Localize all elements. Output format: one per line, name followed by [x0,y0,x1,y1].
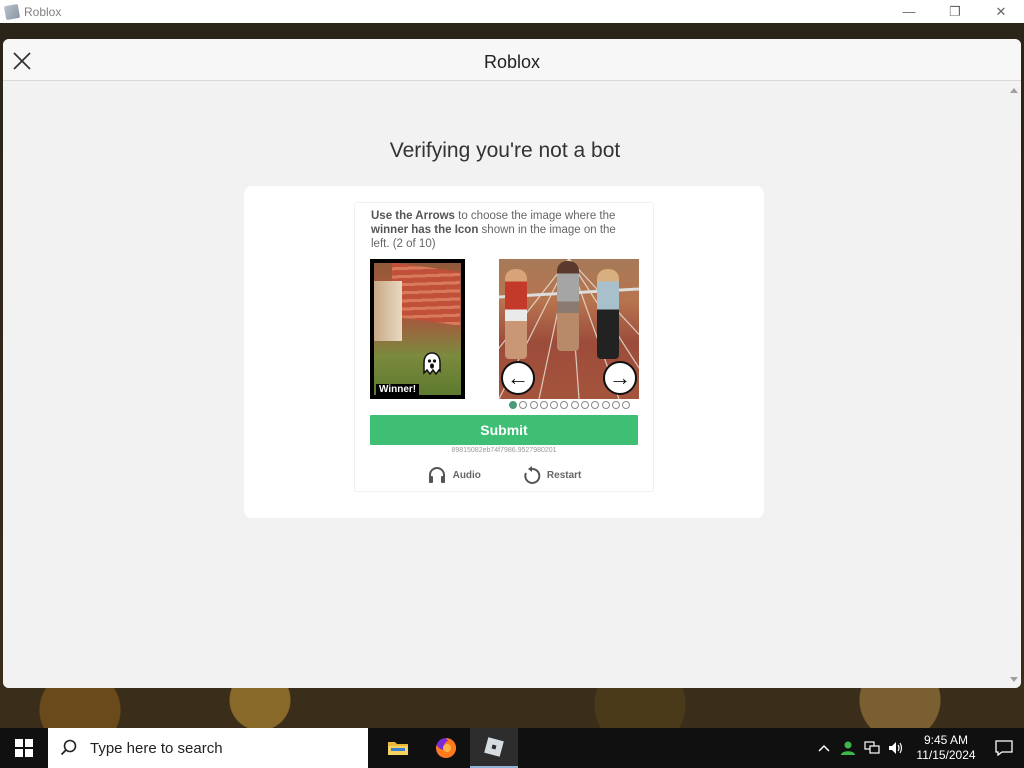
action-center-button[interactable] [984,728,1024,768]
headphones-icon [428,467,445,483]
roblox-icon [484,737,504,757]
show-hidden-icons-icon[interactable] [812,728,836,768]
taskbar-clock[interactable]: 9:45 AM 11/15/2024 [914,733,978,763]
captcha-instructions: Use the Arrows to choose the image where… [371,209,633,251]
window-controls: — ❐ ✕ [886,0,1024,23]
instruction-bold-arrows: Use the Arrows [371,210,455,222]
window-title: Roblox [24,4,62,19]
restart-label: Restart [546,469,582,481]
pagination-dot [529,401,538,409]
search-placeholder: Type here to search [90,739,223,757]
submit-button[interactable]: Submit [370,415,638,445]
instruction-bold-winner: winner has the Icon [371,224,479,236]
modal-scrollbar[interactable] [1007,82,1021,688]
start-button[interactable] [0,728,48,768]
pagination-dot [581,401,590,409]
reference-image: Winner! [370,259,465,399]
scroll-up-icon[interactable] [1010,88,1018,93]
previous-image-button[interactable]: ← [501,361,535,395]
pagination-dots [509,401,631,409]
pagination-dot-active [509,401,517,409]
taskbar-search[interactable]: Type here to search [48,728,368,768]
pagination-dot [550,401,559,409]
pagination-dot [591,401,600,409]
modal-title: Roblox [483,52,541,72]
page-heading: Verifying you're not a bot [389,139,621,162]
next-image-button[interactable]: → [603,361,637,395]
clock-date: 11/15/2024 [916,748,976,762]
windows-logo-icon [15,739,33,757]
ghost-icon [423,352,441,376]
notification-icon [995,740,1013,756]
restart-icon [524,466,541,484]
runner-middle [557,261,579,351]
captcha-card: Use the Arrows to choose the image where… [244,186,764,518]
pagination-dot [611,401,620,409]
volume-icon[interactable] [884,728,908,768]
search-icon [60,739,77,756]
pagination-dot [560,401,569,409]
clock-time: 9:45 AM [923,733,969,747]
pagination-dot [601,401,610,409]
pagination-dot [519,401,528,409]
scroll-down-icon[interactable] [1010,677,1018,682]
restore-button[interactable]: ❐ [932,0,978,23]
pagination-dot [539,401,548,409]
pagination-dot [622,401,631,409]
session-id: 89815082eb74f7986.9527980201 [451,447,557,454]
stadium-stand [392,263,460,326]
modal-header: Roblox [3,39,1021,81]
audio-button[interactable]: Audio [427,465,481,485]
user-status-icon[interactable] [836,728,860,768]
close-window-button[interactable]: ✕ [978,0,1024,23]
window-titlebar: Roblox — ❐ ✕ [0,0,1024,23]
taskbar-file-explorer[interactable] [374,728,422,768]
modal-body: Verifying you're not a bot Use the Arrow… [3,82,1007,688]
runner-left [505,269,527,359]
windows-taskbar: Type here to search 9:45 AM 11/15/2024 [0,728,1024,768]
candidate-image: ← → [499,259,639,399]
winner-label: Winner! [376,384,420,395]
pagination-dot [570,401,579,409]
taskbar-firefox[interactable] [422,728,470,768]
runner-right [597,269,619,359]
firefox-icon [436,737,457,758]
system-tray: 9:45 AM 11/15/2024 [812,728,1024,768]
stadium-wall [374,281,402,341]
taskbar-roblox[interactable] [470,728,518,768]
verification-modal: Roblox Verifying you're not a bot Use th… [3,39,1021,688]
network-icon[interactable] [860,728,884,768]
minimize-button[interactable]: — [886,0,932,23]
roblox-app-icon [3,3,21,20]
captcha-footer: Audio Restart [355,465,653,485]
restart-button[interactable]: Restart [523,465,581,485]
captcha-challenge: Use the Arrows to choose the image where… [354,202,654,492]
folder-icon [388,742,408,755]
audio-label: Audio [452,469,481,481]
instruction-text-1: to choose the image where the [454,210,616,222]
reference-image-scene: Winner! [374,263,461,395]
